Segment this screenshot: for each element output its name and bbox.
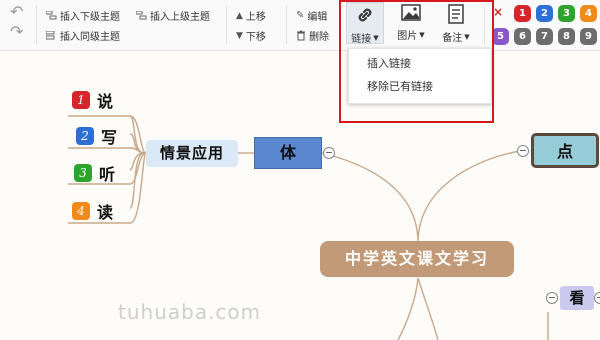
toolbar-divider xyxy=(226,6,227,44)
node-scene[interactable]: 情景应用 xyxy=(146,140,238,167)
image-button[interactable]: 图片 ▼ xyxy=(392,4,430,42)
priority-5-icon[interactable]: 5 xyxy=(492,28,509,45)
undo-icon[interactable]: ↶ xyxy=(10,2,23,21)
collapse-toggle-ti[interactable] xyxy=(323,147,335,159)
insert-child-label: 插入下级主题 xyxy=(60,12,120,23)
leaf-shuo[interactable]: 1 说 xyxy=(72,88,113,112)
priority-6-icon[interactable]: 6 xyxy=(514,28,531,45)
image-icon xyxy=(401,4,421,21)
note-button[interactable]: 备注 ▼ xyxy=(436,4,476,44)
insert-link-menu-item[interactable]: 插入链接 xyxy=(349,53,491,75)
insert-sibling-icon xyxy=(46,31,55,40)
connector-root-down-right xyxy=(417,277,439,340)
root-node[interactable]: 中学英文课文学习 xyxy=(320,241,514,277)
move-up-button[interactable]: ▲ 上移 xyxy=(236,8,266,24)
leaf-label: 读 xyxy=(97,203,114,222)
priority-3-icon[interactable]: 3 xyxy=(558,5,575,22)
connector-root-dian xyxy=(417,150,521,244)
toolbar: ↶ ↷ 插入下级主题 插入上级主题 插入同级主题 ▲ 上移 ▼ 下移 ✎ 编辑 … xyxy=(0,0,600,51)
clear-priority-icon[interactable]: × xyxy=(493,5,503,19)
node-kan[interactable]: 看 xyxy=(560,286,594,310)
leaf-du[interactable]: 4 读 xyxy=(72,199,113,223)
note-icon xyxy=(448,4,464,24)
edit-label: 编辑 xyxy=(307,12,328,23)
leaf-label: 说 xyxy=(97,92,114,111)
priority-1-icon: 1 xyxy=(72,91,90,109)
chevron-down-icon: ▼ xyxy=(373,33,379,42)
link-icon xyxy=(358,8,372,22)
move-down-button[interactable]: ▼ 下移 xyxy=(236,28,266,44)
connector-scene-leaves xyxy=(129,115,145,209)
insert-parent-icon xyxy=(136,11,147,20)
delete-label: 删除 xyxy=(309,32,329,43)
collapse-toggle-kan-left[interactable] xyxy=(546,292,558,304)
remove-link-menu-item[interactable]: 移除已有链接 xyxy=(349,76,491,98)
connector-root-down-left xyxy=(397,277,419,340)
redo-icon[interactable]: ↷ xyxy=(10,22,23,41)
arrow-down-icon: ▼ xyxy=(236,30,243,41)
priority-2-icon: 2 xyxy=(76,127,94,145)
move-up-label: 上移 xyxy=(245,12,266,23)
leaf-label: 写 xyxy=(101,128,118,147)
edit-icon: ✎ xyxy=(296,10,305,21)
toolbar-divider xyxy=(36,6,37,44)
delete-button[interactable]: 删除 xyxy=(296,28,329,43)
link-label: 链接 xyxy=(351,34,372,45)
link-dropdown-menu: 插入链接 移除已有链接 xyxy=(348,48,492,104)
insert-sibling-label: 插入同级主题 xyxy=(60,32,120,43)
note-label: 备注 xyxy=(442,33,463,44)
priority-8-icon[interactable]: 8 xyxy=(558,28,575,45)
insert-parent-label: 插入上级主题 xyxy=(150,12,210,23)
insert-child-button[interactable]: 插入下级主题 xyxy=(46,8,120,23)
priority-9-icon[interactable]: 9 xyxy=(580,28,597,45)
link-button[interactable]: 链接 ▼ xyxy=(346,2,384,45)
move-down-label: 下移 xyxy=(245,32,266,43)
leaf-ting[interactable]: 3 听 xyxy=(74,161,115,185)
leaf-xie[interactable]: 2 写 xyxy=(76,124,117,148)
connector-root-ti xyxy=(321,152,419,244)
insert-sibling-button[interactable]: 插入同级主题 xyxy=(46,28,120,43)
priority-2-icon[interactable]: 2 xyxy=(536,5,553,22)
priority-4-icon[interactable]: 4 xyxy=(580,5,597,22)
priority-7-icon[interactable]: 7 xyxy=(536,28,553,45)
image-label: 图片 xyxy=(397,31,418,42)
priority-3-icon: 3 xyxy=(74,164,92,182)
leaf-label: 听 xyxy=(99,165,116,184)
chevron-down-icon: ▼ xyxy=(464,32,470,41)
chevron-down-icon: ▼ xyxy=(419,30,425,39)
trash-icon xyxy=(297,30,305,41)
priority-4-icon: 4 xyxy=(72,202,90,220)
insert-child-icon xyxy=(46,11,57,20)
collapse-toggle-dian[interactable] xyxy=(517,145,529,157)
node-dian[interactable]: 点 xyxy=(531,133,599,168)
connector-scene-du xyxy=(129,152,147,224)
edit-button[interactable]: ✎ 编辑 xyxy=(296,8,327,23)
insert-parent-button[interactable]: 插入上级主题 xyxy=(136,8,210,23)
priority-1-icon[interactable]: 1 xyxy=(514,5,531,22)
collapse-toggle-kan-right[interactable] xyxy=(594,292,600,304)
toolbar-divider xyxy=(484,6,485,44)
toolbar-divider xyxy=(286,6,287,44)
watermark: tuhuaba.com xyxy=(118,300,262,324)
arrow-up-icon: ▲ xyxy=(236,10,243,21)
node-ti[interactable]: 体 xyxy=(254,137,322,169)
